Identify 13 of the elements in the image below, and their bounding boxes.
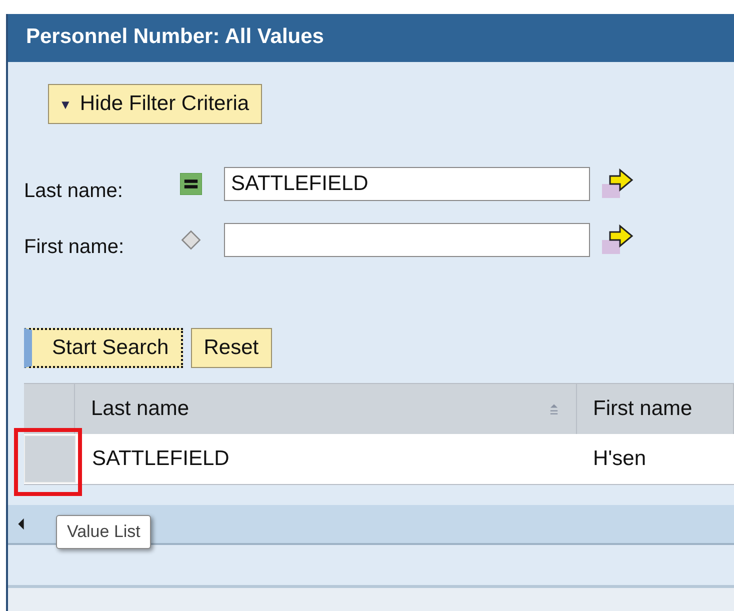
equals-icon[interactable] [180, 173, 202, 195]
field-label: First name: [23, 236, 126, 258]
hide-filter-button[interactable]: ▼ Hide Filter Criteria [48, 84, 262, 124]
input-field[interactable] [224, 223, 590, 257]
reset-button[interactable]: Reset [190, 328, 272, 368]
table-cell-text: H'sen [592, 446, 648, 472]
diamond-icon[interactable] [180, 229, 202, 251]
field-label: Last name: [23, 180, 124, 202]
input-field[interactable]: SATTLEFIELD [224, 167, 590, 201]
tooltip: Value List [56, 515, 152, 549]
table-cell-text: SATTLEFIELD [91, 446, 230, 472]
start-search-button[interactable]: Start Search [24, 328, 183, 368]
window-title: Personnel Number: All Values [8, 14, 734, 62]
